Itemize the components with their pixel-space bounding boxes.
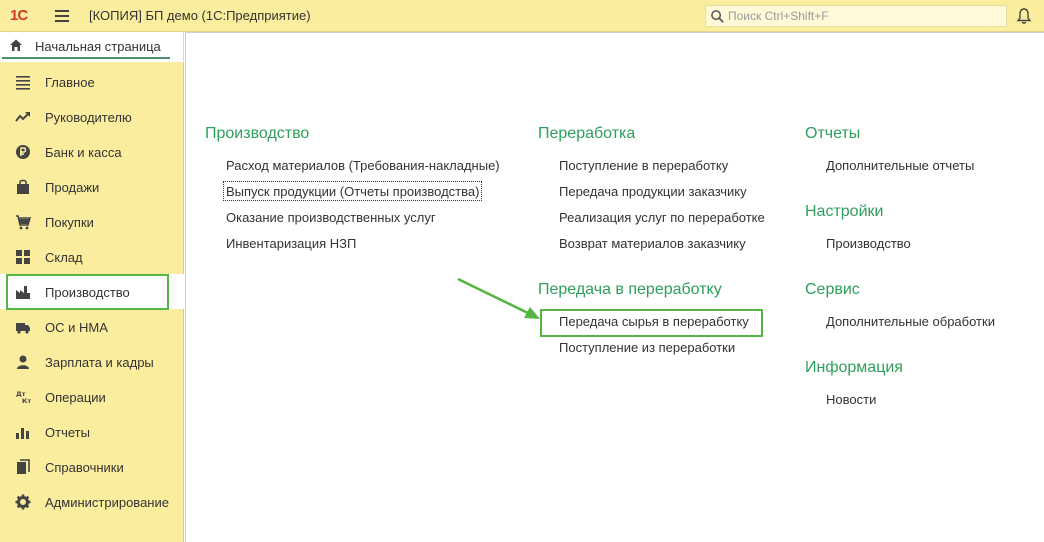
cart-icon	[16, 215, 31, 230]
trend-icon	[15, 112, 30, 122]
search-input[interactable]: Поиск Ctrl+Shift+F	[705, 5, 1007, 27]
link-product-output[interactable]: Выпуск продукции (Отчеты производства)	[226, 184, 479, 199]
section-title-production: Производство	[205, 125, 310, 142]
ruble-icon	[16, 145, 30, 159]
sidebar-item-label: ОС и НМА	[45, 320, 108, 335]
sidebar-item-warehouse[interactable]: Склад	[0, 239, 184, 274]
sidebar-item-label: Покупки	[45, 215, 94, 230]
section-title-info: Информация	[805, 359, 903, 376]
section-title-settings: Настройки	[805, 203, 884, 220]
sidebar-item-label: Склад	[45, 250, 83, 265]
svg-text:Кт: Кт	[22, 397, 31, 405]
sidebar-item-bank[interactable]: Банк и касса	[0, 134, 184, 169]
grid-icon	[16, 250, 30, 264]
link-receipt-from-processing[interactable]: Поступление из переработки	[559, 340, 735, 355]
sidebar-item-label: Руководителю	[45, 110, 132, 125]
section-title-outsourcing: Передача в переработку	[538, 281, 722, 298]
sidebar-item-label: Операции	[45, 390, 106, 405]
tab-row: Начальная страница	[0, 32, 184, 61]
truck-icon	[16, 323, 30, 334]
link-materials-return[interactable]: Возврат материалов заказчику	[559, 236, 746, 251]
link-raw-materials-transfer[interactable]: Передача сырья в переработку	[559, 314, 749, 329]
link-additional-processors[interactable]: Дополнительные обработки	[826, 314, 995, 329]
tab-home[interactable]: Начальная страница	[2, 34, 170, 59]
sidebar-item-sales[interactable]: Продажи	[0, 169, 184, 204]
link-settings-production[interactable]: Производство	[826, 236, 911, 251]
dt-kt-icon: Дт Кт	[16, 390, 31, 405]
books-icon	[17, 459, 30, 474]
sidebar-item-main[interactable]: Главное	[0, 64, 184, 99]
sidebar-item-label: Администрирование	[45, 495, 169, 510]
sidebar-item-label: Главное	[45, 75, 95, 90]
production-highlight-frame	[6, 274, 169, 310]
link-receipt-for-processing[interactable]: Поступление в переработку	[559, 158, 728, 173]
section-title-reports: Отчеты	[805, 125, 861, 142]
sidebar-item-fixed-assets[interactable]: ОС и НМА	[0, 309, 184, 344]
sidebar-item-operations[interactable]: Дт Кт Операции	[0, 379, 184, 414]
sidebar-item-reports[interactable]: Отчеты	[0, 414, 184, 449]
sidebar-item-catalogs[interactable]: Справочники	[0, 449, 184, 484]
home-icon	[10, 39, 22, 51]
bell-icon[interactable]	[1016, 7, 1032, 25]
section-title-processing: Переработка	[538, 125, 636, 142]
person-icon	[17, 355, 29, 369]
link-wip-inventory[interactable]: Инвентаризация НЗП	[226, 236, 356, 251]
sidebar-item-purchases[interactable]: Покупки	[0, 204, 184, 239]
sidebar-item-label: Банк и касса	[45, 145, 122, 160]
sidebar-item-label: Зарплата и кадры	[45, 355, 154, 370]
link-material-consumption[interactable]: Расход материалов (Требования-накладные)	[226, 158, 500, 173]
app-title: [КОПИЯ] БП демо (1С:Предприятие)	[89, 8, 311, 23]
section-title-service: Сервис	[805, 281, 860, 298]
search-placeholder: Поиск Ctrl+Shift+F	[728, 9, 829, 23]
sidebar-item-label: Справочники	[45, 460, 124, 475]
link-production-services[interactable]: Оказание производственных услуг	[226, 210, 436, 225]
top-bar: 1С [КОПИЯ] БП демо (1С:Предприятие) Поис…	[0, 0, 1044, 32]
bar-chart-icon	[16, 428, 29, 439]
sidebar-item-salary[interactable]: Зарплата и кадры	[0, 344, 184, 379]
gear-icon	[15, 494, 31, 510]
link-news[interactable]: Новости	[826, 392, 876, 407]
sidebar-item-manager[interactable]: Руководителю	[0, 99, 184, 134]
1c-logo[interactable]: 1С	[10, 7, 28, 24]
sidebar-item-label: Продажи	[45, 180, 100, 195]
list-icon	[16, 76, 30, 90]
link-additional-reports[interactable]: Дополнительные отчеты	[826, 158, 974, 173]
menu-icon[interactable]	[55, 10, 69, 22]
bag-icon	[17, 179, 29, 194]
search-icon	[711, 10, 724, 23]
annotation-arrow-icon	[457, 277, 540, 319]
sidebar-item-admin[interactable]: Администрирование	[0, 484, 184, 519]
tab-home-label: Начальная страница	[35, 39, 161, 54]
link-product-transfer-customer[interactable]: Передача продукции заказчику	[559, 184, 747, 199]
sidebar-item-label: Отчеты	[45, 425, 90, 440]
link-processing-services-sale[interactable]: Реализация услуг по переработке	[559, 210, 765, 225]
